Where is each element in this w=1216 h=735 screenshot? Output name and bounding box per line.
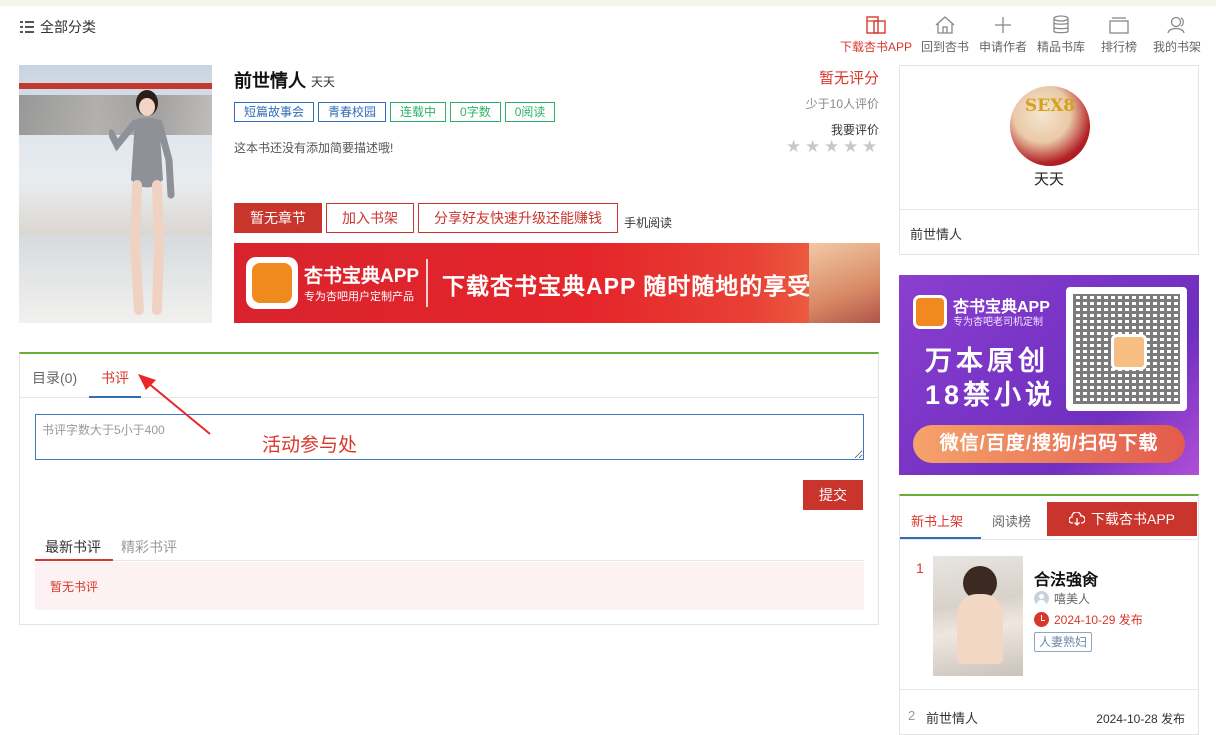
empty-reviews: 暂无书评 [35,562,864,610]
tab-new-books[interactable]: 新书上架 [911,511,963,530]
top-strip [0,0,1216,6]
qr-code [1066,287,1187,411]
app-icon [840,14,912,36]
book-cover [19,65,212,323]
avatar-logo-text: SEX8 [1024,96,1076,116]
book-tag[interactable]: 人妻熟妇 [1034,632,1093,652]
tag-status: 连载中 [390,102,447,122]
star-icon[interactable]: ★ [843,138,859,155]
nav-ranking[interactable]: 排行榜 [1094,14,1144,55]
book-author: 嘻美人 [1034,590,1090,607]
book-score: 暂无评分 [818,70,879,87]
banner-subtitle: 专为杏吧用户定制产品 [304,291,414,303]
date-text: 2024-10-29 发布 [1054,613,1143,627]
add-shelf-button[interactable]: 加入书架 [326,203,414,233]
app-banner[interactable]: 杏书宝典APP 专为杏吧用户定制产品 下载杏书宝典APP 随时随地的享受 [234,243,880,323]
nav-label: 我的书架 [1152,40,1201,54]
banner-app-name: 杏书宝典APP [304,266,420,287]
tab-catalog[interactable]: 目录(0) [32,368,77,388]
publish-date: 2024-10-28 发布 [1096,712,1185,726]
submit-review-button[interactable]: 提交 [803,480,863,510]
database-icon [1036,14,1086,36]
app-ad[interactable]: 杏书宝典APP 专为杏吧老司机定制 万本原创 18禁小说 微信/百度/搜狗/扫码… [899,275,1199,475]
review-subtabs: 最新书评 精彩书评 [35,529,864,561]
tab-reviews[interactable]: 书评 [101,368,129,388]
star-icon[interactable]: ★ [824,138,840,155]
publish-date: 2024-10-29 发布 [1034,611,1143,628]
star-rating[interactable]: ★ ★ ★ ★ ★ [786,138,878,155]
nav-label: 下载杏书APP [840,40,913,54]
plus-icon [978,14,1028,36]
cover-figure [109,90,175,315]
top-nav: 下载杏书APP 回到杏书 申请作者 精品书库 排行榜 我的书架 [840,14,1202,55]
book-actions: 暂无章节 加入书架 分享好友快速升级还能赚钱 手机阅读 [234,203,672,233]
nav-bookshelf[interactable]: 我的书架 [1152,14,1202,55]
list-item[interactable]: 1 合法強肏 嘻美人 2024-10-29 发布 人妻熟妇 [900,540,1198,690]
banner-slogan: 下载杏书宝典APP 随时随地的享受 [442,273,812,299]
banner-model-image [809,243,880,323]
share-button[interactable]: 分享好友快速升级还能赚钱 [418,203,618,233]
user-icon [1152,14,1202,36]
tag-category[interactable]: 短篇故事会 [234,102,315,122]
download-app-button[interactable]: 下载杏书APP [1047,502,1197,536]
nav-download-app[interactable]: 下载杏书APP [840,14,912,55]
book-title: 前世情人 [234,71,306,91]
tab-featured-reviews[interactable]: 精彩书评 [121,537,177,557]
list-icon [20,21,34,33]
annotation-arrow-icon [138,374,211,435]
download-app-label: 下载杏书APP [1090,511,1175,527]
book-name[interactable]: 合法強肏 [1034,566,1098,590]
rank-number: 1 [916,560,924,576]
author-name: 嘻美人 [1054,592,1091,606]
tab-reading-rank[interactable]: 阅读榜 [992,511,1031,530]
tag-genre[interactable]: 青春校园 [318,102,387,122]
all-categories[interactable]: 全部分类 [20,17,96,37]
star-icon[interactable]: ★ [862,138,878,155]
ad-download-banner: 微信/百度/搜狗/扫码下载 [913,425,1185,463]
rate-label: 我要评价 [830,123,879,137]
nav-apply-author[interactable]: 申请作者 [978,14,1028,55]
rating-count-note: 少于10人评价 [805,97,879,111]
category-label: 全部分类 [40,19,96,35]
nav-label: 排行榜 [1100,40,1137,54]
book-name[interactable]: 前世情人 [926,708,978,727]
tag-read-count: 0阅读 [504,102,556,122]
author-avatar[interactable]: SEX8 [1010,86,1090,166]
no-chapters-button[interactable]: 暂无章节 [234,203,322,233]
nav-library[interactable]: 精品书库 [1036,14,1086,55]
cloud-download-icon [1068,512,1085,526]
tab-latest-reviews[interactable]: 最新书评 [45,537,101,557]
book-thumbnail[interactable] [933,556,1023,676]
home-icon [920,14,970,36]
rank-number: 2 [908,708,916,723]
list-item[interactable]: 2 前世情人 2024-10-28 发布 [900,701,1198,727]
author-book-link[interactable]: 前世情人 [910,224,962,243]
activity-annotation: 活动参与处 [262,435,358,456]
nav-label: 回到杏书 [920,40,969,54]
ad-line2: 18禁小说 [925,380,1057,410]
ranking-icon [1094,14,1144,36]
star-icon[interactable]: ★ [786,138,802,155]
book-author[interactable]: 天天 [311,73,335,90]
mobile-read-link[interactable]: 手机阅读 [624,214,672,231]
tag-word-count: 0字数 [450,102,501,122]
star-icon[interactable]: ★ [805,138,821,155]
clock-icon [1034,612,1049,627]
app-logo-icon [913,295,947,329]
author-card: SEX8 天天 前世情人 [899,65,1199,255]
author-name[interactable]: 天天 [900,168,1198,189]
ad-subtitle: 专为杏吧老司机定制 [953,317,1043,328]
book-description: 这本书还没有添加简要描述哦! [234,141,394,155]
nav-label: 申请作者 [978,40,1027,54]
user-icon [1034,591,1049,606]
book-tags: 短篇故事会 青春校园 连载中 0字数 0阅读 [234,102,556,122]
nav-home[interactable]: 回到杏书 [920,14,970,55]
nav-label: 精品书库 [1036,40,1085,54]
app-logo-icon [246,257,298,309]
rank-panel: 新书上架 阅读榜 下载杏书APP 1 合法強肏 嘻美人 2024-10-29 发… [899,494,1199,735]
